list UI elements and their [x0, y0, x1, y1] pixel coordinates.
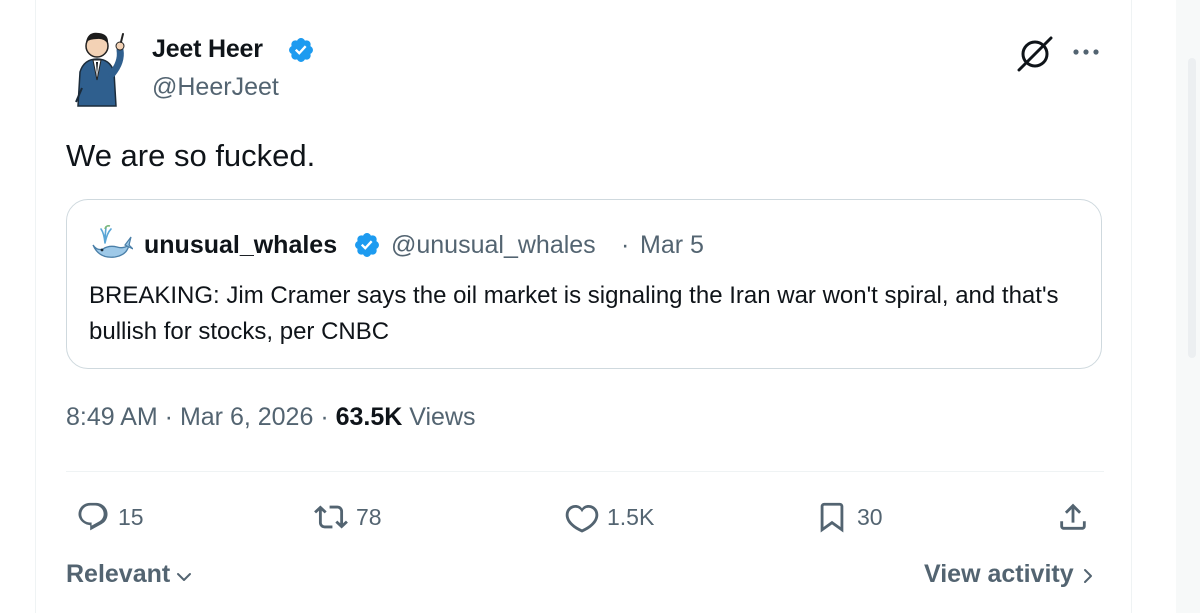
repost-button[interactable]: 78	[314, 502, 382, 532]
chevron-down-icon	[177, 572, 192, 581]
grok-icon[interactable]	[1015, 36, 1055, 72]
author-handle[interactable]: @HeerJeet	[152, 73, 279, 102]
bookmark-count: 30	[857, 503, 883, 530]
views-label: Views	[402, 403, 476, 431]
quoted-date[interactable]: Mar 5	[640, 231, 704, 260]
repost-count: 78	[356, 503, 382, 530]
quoted-display-name[interactable]: unusual_whales	[144, 231, 337, 260]
heart-icon	[565, 504, 599, 533]
tweet-meta: 8:49 AM · Mar 6, 2026 · 63.5K Views	[66, 403, 476, 432]
quoted-verified-badge-icon[interactable]	[353, 231, 381, 259]
sort-replies-dropdown[interactable]: Relevant	[66, 560, 194, 589]
sidebar-scrollbar[interactable]	[1188, 58, 1196, 358]
column-border-left	[35, 0, 36, 613]
bookmark-button[interactable]: 30	[815, 502, 883, 533]
sort-label: Relevant	[66, 560, 171, 588]
column-border-right	[1131, 0, 1132, 613]
whale-avatar-icon[interactable]	[89, 223, 133, 263]
view-activity-label: View activity	[924, 560, 1074, 588]
share-button[interactable]	[1056, 502, 1090, 532]
reply-button[interactable]: 15	[76, 502, 144, 532]
meta-separator: ·	[313, 403, 336, 431]
more-icon[interactable]	[1068, 40, 1104, 64]
like-button[interactable]: 1.5K	[565, 502, 655, 533]
views-count: 63.5K	[335, 403, 403, 431]
verified-badge-icon[interactable]	[287, 36, 315, 64]
divider	[66, 471, 1104, 472]
reply-count: 15	[118, 503, 144, 530]
quoted-tweet-text: BREAKING: Jim Cramer says the oil market…	[89, 282, 1059, 345]
author-display-name[interactable]: Jeet Heer	[152, 35, 263, 64]
quoted-handle[interactable]: @unusual_whales	[391, 231, 596, 260]
quoted-separator: ·	[621, 231, 630, 259]
tweet-time[interactable]: 8:49 AM	[66, 403, 158, 431]
like-count: 1.5K	[607, 503, 655, 530]
chevron-right-icon	[1083, 568, 1092, 583]
view-activity-link[interactable]: View activity	[924, 560, 1098, 589]
tweet-text: We are so fucked.	[66, 138, 316, 173]
tweet-date[interactable]: Mar 6, 2026	[180, 403, 313, 431]
quoted-tweet-card[interactable]: unusual_whales @unusual_whales · Mar 5 B…	[66, 199, 1102, 369]
meta-separator: ·	[157, 403, 180, 431]
share-icon	[1060, 503, 1086, 530]
bookmark-icon	[820, 502, 844, 533]
avatar[interactable]	[66, 28, 136, 108]
reply-icon	[78, 502, 108, 531]
repost-icon	[314, 505, 348, 529]
